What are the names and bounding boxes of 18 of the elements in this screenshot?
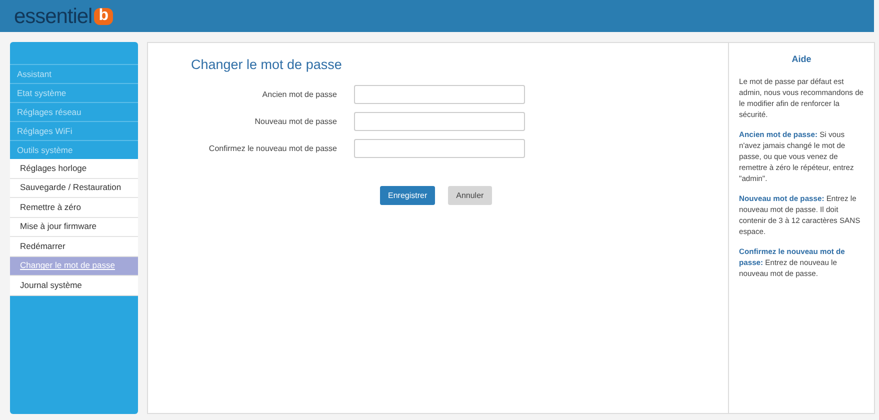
logo-badge: b bbox=[94, 8, 114, 24]
sidebar-subitem[interactable]: Sauvegarde / Restauration bbox=[10, 178, 138, 198]
sidebar-subitem[interactable]: Remettre à zéro bbox=[10, 198, 138, 218]
sidebar-subitem[interactable]: Journal système bbox=[10, 276, 138, 296]
field-label: Confirmez le nouveau mot de passe bbox=[208, 142, 337, 155]
page-title: Changer le mot de passe bbox=[191, 56, 343, 74]
logo-text: essentiel bbox=[14, 6, 92, 26]
save-button[interactable]: Enregistrer bbox=[380, 186, 436, 206]
cancel-button[interactable]: Annuler bbox=[448, 186, 492, 206]
sidebar-subitem[interactable]: Redémarrer bbox=[10, 237, 138, 256]
field-label: Ancien mot de passe bbox=[261, 88, 337, 101]
password-field[interactable] bbox=[354, 139, 525, 158]
password-field[interactable] bbox=[354, 85, 525, 104]
help-title: Aide bbox=[790, 53, 812, 66]
sidebar-subitem[interactable]: Réglages horloge bbox=[10, 159, 138, 178]
sidebar-subitem[interactable]: Mise à jour firmware bbox=[10, 218, 138, 237]
field-label: Nouveau mot de passe bbox=[254, 116, 337, 128]
password-field[interactable] bbox=[354, 112, 525, 132]
